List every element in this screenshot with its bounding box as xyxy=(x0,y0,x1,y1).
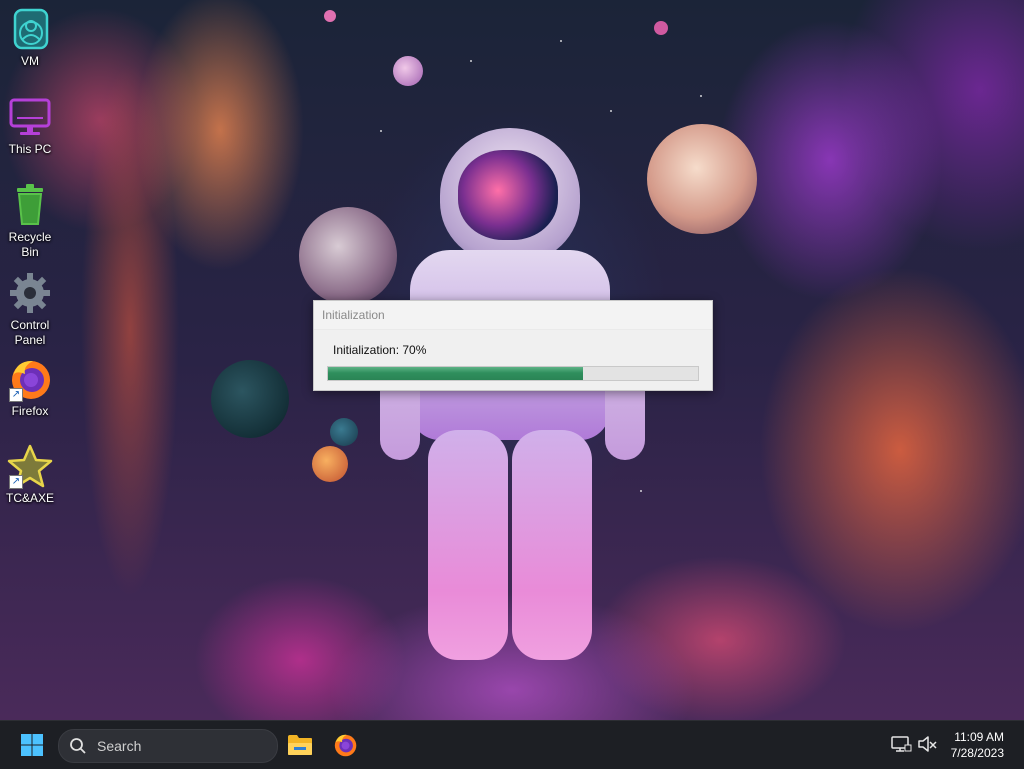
desktop-icon-label: This PC xyxy=(8,142,52,156)
astronaut-leg xyxy=(512,430,592,660)
clock-date: 7/28/2023 xyxy=(950,746,1004,760)
wallpaper-planet xyxy=(393,56,423,86)
taskbar: Search 11:09 AM 7/28/2023 xyxy=(0,720,1024,769)
desktop-icon-control-panel[interactable]: Control Panel xyxy=(0,270,60,348)
network-icon xyxy=(891,736,912,752)
recycle-bin-icon xyxy=(7,182,53,228)
search-label: Search xyxy=(97,738,142,754)
taskbar-firefox[interactable] xyxy=(329,729,361,761)
network-tray-button[interactable] xyxy=(890,733,912,755)
search-icon xyxy=(70,738,86,754)
taskbar-file-explorer[interactable] xyxy=(284,729,316,761)
progress-bar-fill xyxy=(328,367,584,380)
gear-icon xyxy=(7,270,53,316)
star xyxy=(560,40,562,42)
shortcut-arrow-icon: ↗ xyxy=(9,388,23,402)
progress-bar xyxy=(327,366,699,381)
wallpaper-planet xyxy=(324,10,336,22)
star xyxy=(610,110,612,112)
star xyxy=(700,95,702,97)
dialog-title[interactable]: Initialization xyxy=(314,301,712,330)
desktop-icon-label: Recycle Bin xyxy=(8,230,52,259)
astronaut-visor xyxy=(458,150,558,240)
star xyxy=(470,60,472,62)
desktop-icon-vm[interactable]: VM xyxy=(0,6,60,69)
desktop-icon-label: VM xyxy=(21,54,39,68)
status-text: Initialization: 70% xyxy=(333,343,427,357)
wallpaper-planet xyxy=(330,418,358,446)
wallpaper-planet xyxy=(654,21,668,35)
desktop-icon-firefox[interactable]: ↗ Firefox xyxy=(0,356,60,419)
dialog-body: Initialization: 70% xyxy=(314,330,712,390)
volume-tray-button[interactable] xyxy=(916,733,938,755)
desktop-icon-recycle-bin[interactable]: Recycle Bin xyxy=(0,182,60,260)
firefox-icon xyxy=(334,734,357,757)
firefox-icon: ↗ xyxy=(7,356,53,402)
taskbar-clock[interactable]: 11:09 AM 7/28/2023 xyxy=(951,729,1004,761)
wallpaper-planet xyxy=(647,124,757,234)
monitor-icon xyxy=(7,94,53,140)
desktop-icon-label: Firefox xyxy=(11,404,49,418)
vm-folder-icon xyxy=(7,6,53,52)
star-icon: ↗ xyxy=(7,443,53,489)
start-button[interactable] xyxy=(16,729,48,761)
star xyxy=(640,490,642,492)
star xyxy=(380,130,382,132)
wallpaper-planet xyxy=(299,207,397,305)
file-explorer-icon xyxy=(288,735,312,755)
initialization-dialog: Initialization Initialization: 70% xyxy=(313,300,713,391)
taskbar-search-box[interactable]: Search xyxy=(58,729,278,763)
clock-time: 11:09 AM xyxy=(954,730,1004,744)
shortcut-arrow-icon: ↗ xyxy=(9,475,23,489)
wallpaper-planet xyxy=(211,360,289,438)
desktop-icon-label: TC&AXE xyxy=(5,491,54,505)
volume-muted-icon xyxy=(918,736,937,752)
astronaut-leg xyxy=(428,430,508,660)
desktop-icon-tc-axe[interactable]: ↗ TC&AXE xyxy=(0,443,60,506)
desktop-icon-this-pc[interactable]: This PC xyxy=(0,94,60,157)
windows-start-icon xyxy=(21,734,43,756)
desktop-icon-label: Control Panel xyxy=(10,318,50,347)
wallpaper-planet xyxy=(312,446,348,482)
